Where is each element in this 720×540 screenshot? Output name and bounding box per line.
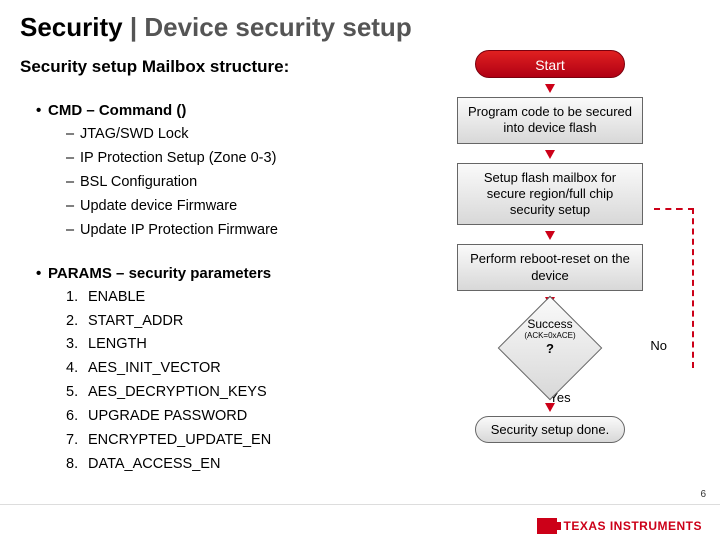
arrow-down-icon — [545, 84, 555, 93]
page-number: 6 — [700, 489, 706, 500]
list-item: –BSL Configuration — [66, 171, 352, 195]
cmd-item-label: IP Protection Setup (Zone 0-3) — [80, 150, 276, 166]
cmd-item-label: Update IP Protection Firmware — [80, 222, 278, 238]
flow-step-reboot: Perform reboot-reset on the device — [457, 244, 643, 291]
flow-step-program: Program code to be secured into device f… — [457, 97, 643, 144]
param-item-label: START_ADDR — [88, 313, 183, 329]
param-item-label: LENGTH — [88, 336, 147, 352]
title-strong: Security — [20, 12, 123, 42]
list-item: 1.ENABLE — [66, 286, 352, 310]
ti-chip-icon — [537, 518, 557, 534]
brand-text: TEXAS INSTRUMENTS — [563, 519, 702, 533]
param-item-label: AES_INIT_VECTOR — [88, 360, 221, 376]
cmd-item-label: BSL Configuration — [80, 174, 197, 190]
list-item: –IP Protection Setup (Zone 0-3) — [66, 147, 352, 171]
left-column: •CMD – Command () –JTAG/SWD Lock –IP Pro… — [22, 94, 352, 477]
list-item: 6.UPGRADE PASSWORD — [66, 405, 352, 429]
footer: TEXAS INSTRUMENTS — [0, 504, 720, 540]
slide: Security | Device security setup Securit… — [0, 0, 720, 540]
list-item: 5.AES_DECRYPTION_KEYS — [66, 381, 352, 405]
loop-back-line-top — [654, 208, 694, 210]
list-item: –Update device Firmware — [66, 195, 352, 219]
brand-logo: TEXAS INSTRUMENTS — [537, 518, 702, 534]
flowchart: Start Program code to be secured into de… — [420, 50, 680, 443]
arrow-down-icon — [545, 150, 555, 159]
flow-step-mailbox: Setup flash mailbox for secure region/fu… — [457, 163, 643, 226]
decision-text: Success (ACK=0xACE) ? — [457, 318, 643, 356]
param-item-label: AES_DECRYPTION_KEYS — [88, 384, 267, 400]
param-item-label: ENABLE — [88, 289, 145, 305]
param-item-label: ENCRYPTED_UPDATE_EN — [88, 432, 271, 448]
params-list: 1.ENABLE 2.START_ADDR 3.LENGTH 4.AES_INI… — [66, 286, 352, 477]
page-title: Security | Device security setup — [20, 12, 700, 43]
list-item: 7.ENCRYPTED_UPDATE_EN — [66, 429, 352, 453]
list-item: –Update IP Protection Firmware — [66, 219, 352, 243]
params-head-text: PARAMS – security parameters — [48, 265, 271, 282]
decision-no-label: No — [650, 338, 667, 353]
title-rest: Device security setup — [144, 12, 411, 42]
flow-decision: Success (ACK=0xACE) ? No — [457, 310, 643, 386]
flow-start: Start — [475, 50, 625, 78]
title-sep: | — [123, 12, 145, 42]
list-item: 2.START_ADDR — [66, 310, 352, 334]
list-item: 8.DATA_ACCESS_EN — [66, 453, 352, 477]
loop-back-line — [676, 208, 694, 368]
cmd-item-label: JTAG/SWD Lock — [80, 126, 189, 142]
param-item-label: UPGRADE PASSWORD — [88, 408, 247, 424]
list-item: –JTAG/SWD Lock — [66, 123, 352, 147]
cmd-head-text: CMD – Command () — [48, 102, 186, 119]
list-item: 4.AES_INIT_VECTOR — [66, 357, 352, 381]
params-heading: •PARAMS – security parameters — [36, 265, 352, 282]
decision-q: ? — [546, 341, 554, 356]
flow-done: Security setup done. — [475, 416, 625, 443]
decision-main: Success — [527, 317, 572, 331]
param-item-label: DATA_ACCESS_EN — [88, 456, 220, 472]
decision-ack: (ACK=0xACE) — [457, 332, 643, 341]
list-item: 3.LENGTH — [66, 333, 352, 357]
arrow-down-icon — [545, 231, 555, 240]
cmd-heading: •CMD – Command () — [36, 102, 352, 119]
cmd-list: –JTAG/SWD Lock –IP Protection Setup (Zon… — [66, 123, 352, 243]
cmd-item-label: Update device Firmware — [80, 198, 237, 214]
